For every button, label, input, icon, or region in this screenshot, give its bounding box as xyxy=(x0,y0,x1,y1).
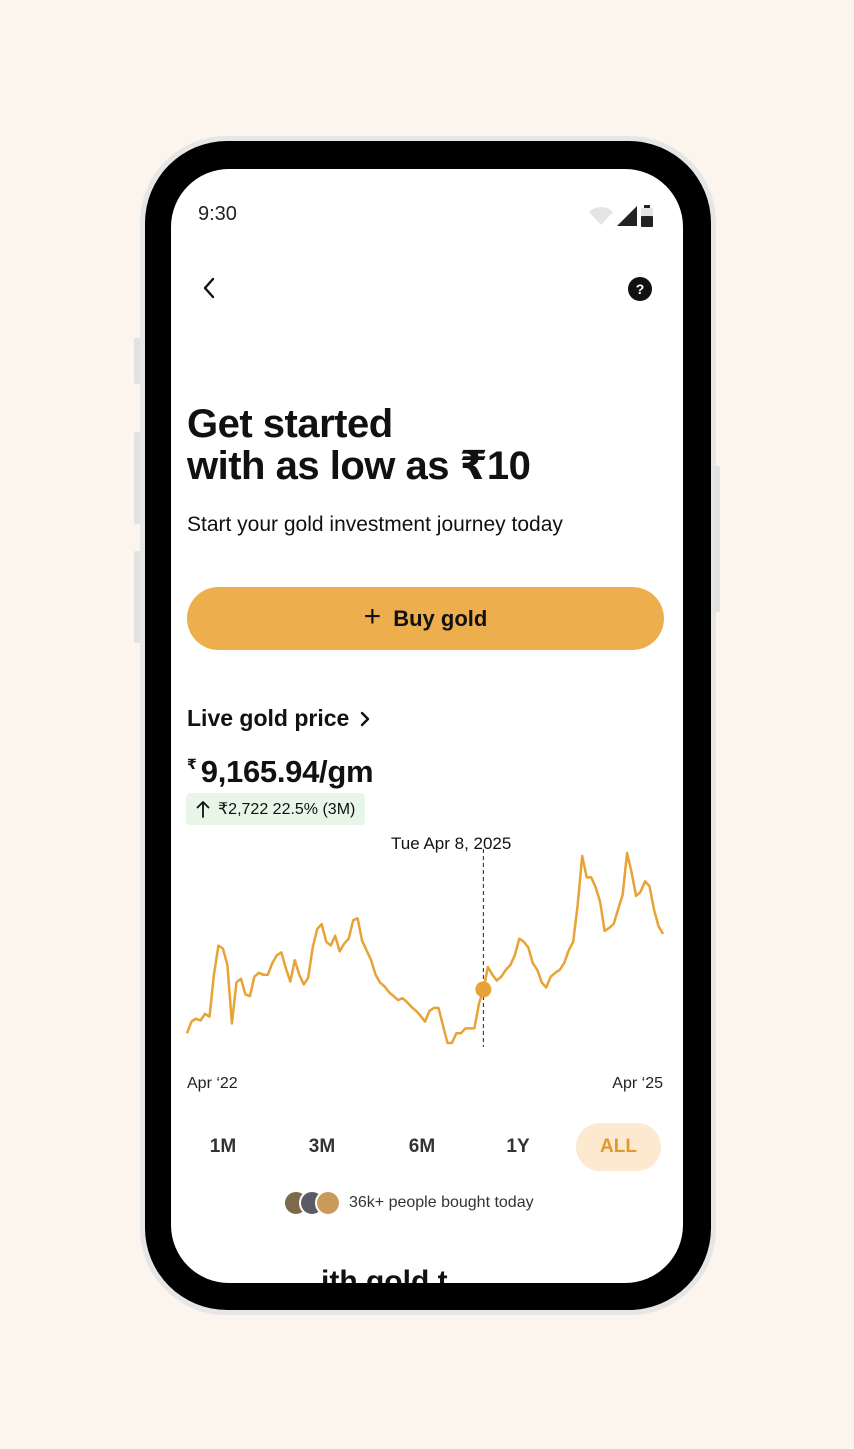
wifi-icon xyxy=(589,207,613,225)
plus-icon: + xyxy=(363,600,382,633)
gold-price: ₹ 9,165.94/gm xyxy=(187,754,374,790)
hero-title-line-2: with as low as ₹10 xyxy=(187,444,531,488)
hero-title-line-1: Get started xyxy=(187,402,393,446)
price-value: 9,165.94/gm xyxy=(200,754,374,789)
help-button[interactable]: ? xyxy=(628,277,652,301)
buy-gold-button[interactable]: + Buy gold xyxy=(187,587,664,650)
avatar xyxy=(315,1190,341,1216)
range-3m[interactable]: 3M xyxy=(287,1123,357,1171)
next-section-title-peek: ith gold t xyxy=(321,1265,448,1283)
chart-end-label: Apr ‘25 xyxy=(612,1075,663,1092)
social-proof: 36k+ people bought today xyxy=(283,1190,534,1216)
chart-start-label: Apr ‘22 xyxy=(187,1075,238,1092)
buy-gold-label: Buy gold xyxy=(393,605,488,631)
hero-title: Get started with as low as ₹10 xyxy=(187,403,627,487)
price-change-text: ₹2,722 22.5% (3M) xyxy=(218,801,356,818)
range-1y[interactable]: 1Y xyxy=(483,1123,553,1171)
side-button-left-1 xyxy=(134,338,140,384)
time-range-selector: 1M 3M 6M 1Y ALL xyxy=(171,1123,683,1171)
price-change-badge: ₹2,722 22.5% (3M) xyxy=(186,793,366,825)
phone-screen: 9:30 ? Get started with as low as ₹10 St… xyxy=(171,169,683,1283)
chevron-left-icon xyxy=(203,277,215,299)
chart-highlight-point[interactable] xyxy=(475,981,492,998)
live-gold-price-title: Live gold price xyxy=(187,705,350,731)
signal-icon xyxy=(617,206,637,226)
arrow-up-icon xyxy=(196,801,210,818)
question-mark-icon: ? xyxy=(635,281,645,297)
status-time: 9:30 xyxy=(198,203,237,225)
currency-symbol: ₹ xyxy=(187,756,197,772)
gold-price-chart[interactable] xyxy=(171,849,683,1069)
status-icons xyxy=(589,205,653,227)
live-gold-price-link[interactable]: Live gold price xyxy=(187,705,371,732)
range-all[interactable]: ALL xyxy=(576,1123,661,1171)
side-button-left-3 xyxy=(134,551,140,643)
social-proof-text: 36k+ people bought today xyxy=(349,1194,534,1211)
side-button-left-2 xyxy=(134,432,140,524)
battery-icon xyxy=(641,205,653,227)
back-button[interactable] xyxy=(199,275,221,301)
range-6m[interactable]: 6M xyxy=(387,1123,457,1171)
hero-subtitle: Start your gold investment journey today xyxy=(187,513,563,536)
chevron-right-icon xyxy=(361,711,370,726)
avatar-group xyxy=(283,1190,341,1216)
range-1m[interactable]: 1M xyxy=(188,1123,258,1171)
side-button-right xyxy=(714,466,720,612)
chart-price-line xyxy=(185,851,665,1045)
